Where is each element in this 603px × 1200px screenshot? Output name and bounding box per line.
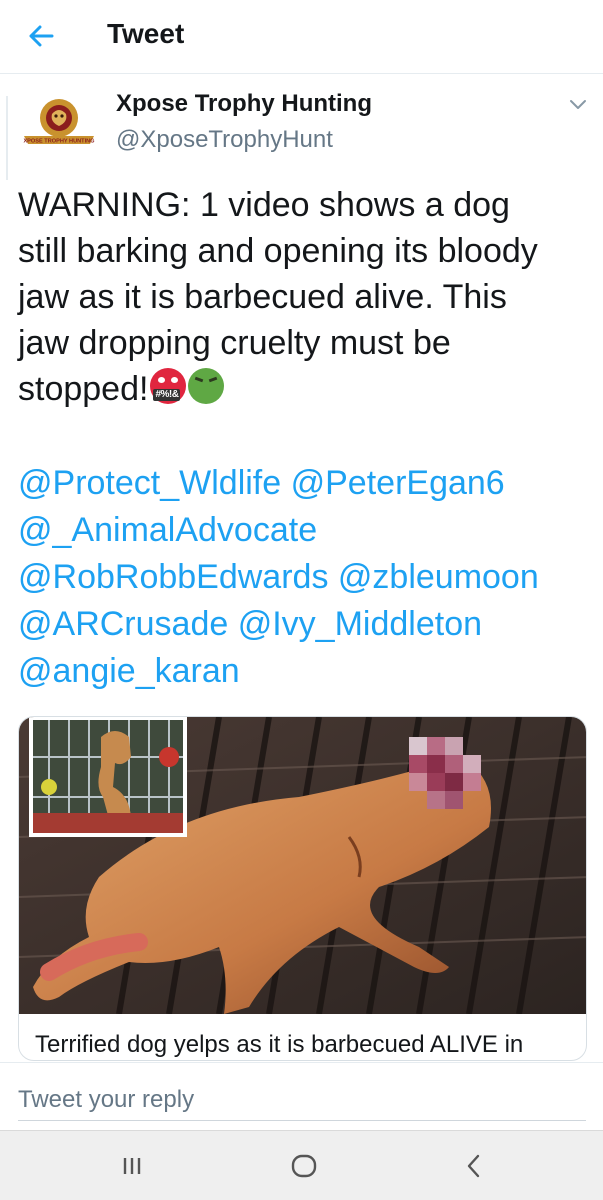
- card-title: Terrified dog yelps as it is barbecued A…: [35, 1031, 524, 1058]
- tweet-line: jaw dropping cruelty must be: [18, 324, 451, 362]
- tweet-options-button[interactable]: [564, 92, 592, 116]
- author-name[interactable]: Xpose Trophy Hunting: [116, 90, 372, 118]
- mention-link[interactable]: @ARCrusade: [18, 605, 228, 643]
- chevron-down-icon: [570, 100, 586, 109]
- tweet-line: jaw as it is barbecued alive. This: [18, 278, 507, 316]
- mentions-line: @Protect_Wldlife @PeterEgan6: [18, 460, 603, 507]
- lion-logo-icon: XPOSE TROPHY HUNTING: [23, 99, 95, 145]
- thread-divider: [6, 96, 8, 180]
- system-navigation-bar: [0, 1130, 603, 1200]
- mention-link[interactable]: @PeterEgan6: [291, 464, 505, 502]
- reply-bar: [0, 1062, 603, 1130]
- recent-apps-icon: [123, 1158, 141, 1174]
- mention-link[interactable]: @Protect_Wldlife: [18, 464, 281, 502]
- recent-apps-button[interactable]: [108, 1149, 156, 1183]
- card-image: [19, 717, 586, 1014]
- avatar[interactable]: XPOSE TROPHY HUNTING: [22, 96, 96, 156]
- top-app-bar: Tweet: [0, 0, 603, 74]
- page-title: Tweet: [107, 18, 185, 49]
- mentions-line: @RobRobbEdwards @zbleumoon: [18, 554, 603, 601]
- system-back-button[interactable]: [450, 1149, 498, 1183]
- home-icon: [291, 1154, 317, 1178]
- emoji-symbols: #%!&: [153, 389, 181, 401]
- nauseated-face-icon: [188, 368, 225, 404]
- tweet-line: stopped!: [18, 370, 149, 408]
- mentions: @Protect_Wldlife @PeterEgan6 @_AnimalAdv…: [18, 460, 603, 695]
- mentions-line: @_AnimalAdvocate: [18, 507, 603, 554]
- tweet-line: still barking and opening its bloody: [18, 232, 538, 270]
- mentions-line: @ARCrusade @Ivy_Middleton: [18, 601, 603, 648]
- link-card[interactable]: Terrified dog yelps as it is barbecued A…: [18, 716, 587, 1061]
- inset-photo: [29, 717, 187, 837]
- mention-link[interactable]: @RobRobbEdwards: [18, 558, 328, 596]
- back-chevron-icon: [467, 1154, 480, 1178]
- mention-link[interactable]: @zbleumoon: [338, 558, 539, 596]
- mentions-line: @angie_karan: [18, 648, 603, 695]
- mention-link[interactable]: @Ivy_Middleton: [238, 605, 482, 643]
- tweet-line-last: stopped! #%!&: [18, 366, 598, 412]
- back-button[interactable]: [20, 16, 62, 56]
- face-with-symbols-icon: #%!&: [150, 368, 187, 404]
- svg-text:XPOSE TROPHY HUNTING: XPOSE TROPHY HUNTING: [23, 139, 94, 145]
- arrow-left-icon: [29, 25, 54, 47]
- tweet-line: WARNING: 1 video shows a dog: [18, 186, 510, 224]
- mention-link[interactable]: @angie_karan: [18, 652, 240, 690]
- reply-input[interactable]: [18, 1079, 586, 1121]
- mention-link[interactable]: @_AnimalAdvocate: [18, 511, 317, 549]
- home-button[interactable]: [280, 1149, 328, 1183]
- author-handle[interactable]: @XposeTrophyHunt: [116, 126, 333, 154]
- tweet-text: WARNING: 1 video shows a dog still barki…: [18, 182, 598, 412]
